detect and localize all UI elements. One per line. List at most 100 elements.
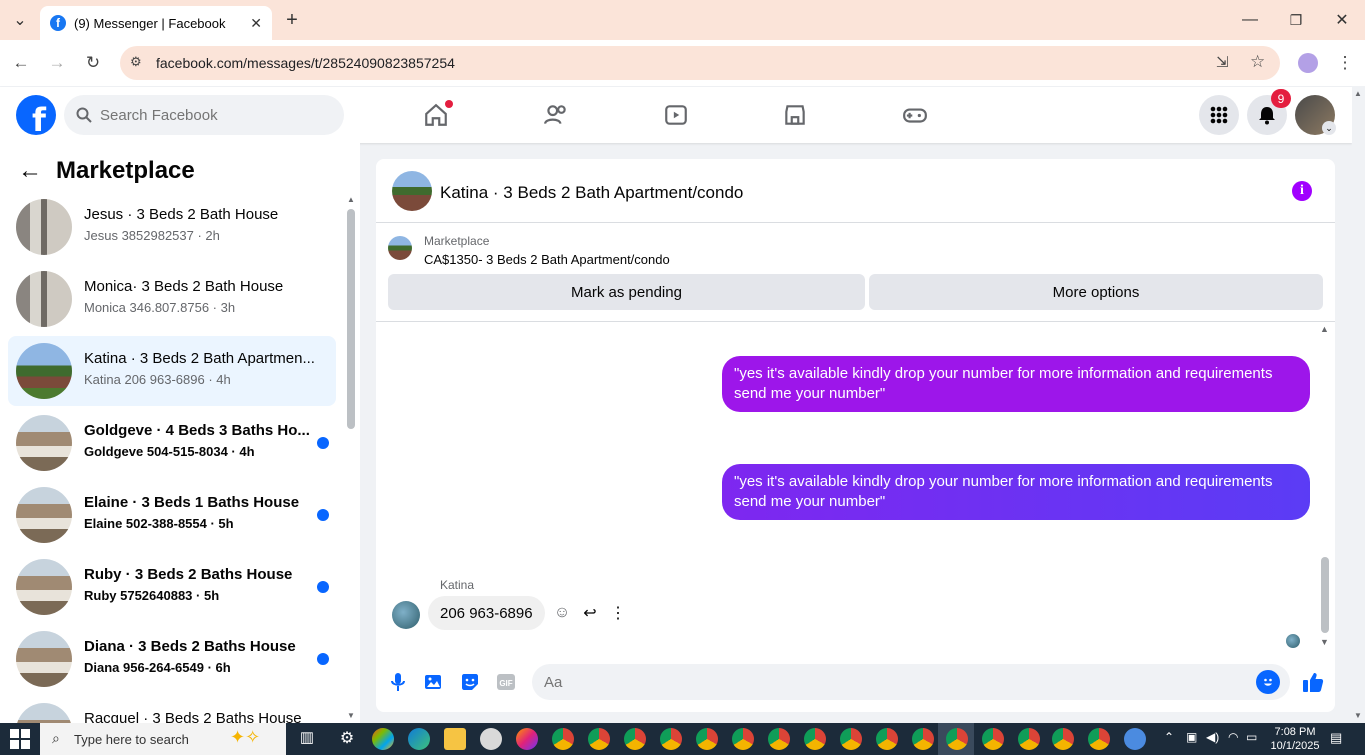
conversation-item[interactable]: Jesus · 3 Beds 2 Bath House Jesus 385298… xyxy=(8,192,336,262)
chrome-icon[interactable] xyxy=(840,728,862,750)
chrome-icon[interactable] xyxy=(982,728,1004,750)
bookmark-star-icon[interactable]: ☆ xyxy=(1250,52,1265,72)
emoji-icon[interactable] xyxy=(1256,670,1280,694)
gaming-icon[interactable] xyxy=(899,99,931,131)
weather-icon[interactable] xyxy=(1124,728,1146,750)
task-view-icon[interactable]: ▥ xyxy=(296,728,318,750)
chrome-icon[interactable] xyxy=(588,728,610,750)
page-scrollbar[interactable]: ▲ ▼ xyxy=(1352,87,1365,723)
back-arrow-icon[interactable]: ← xyxy=(18,157,42,185)
minimize-icon[interactable]: — xyxy=(1238,8,1262,32)
message-input[interactable] xyxy=(544,673,1224,691)
chrome-icon[interactable] xyxy=(876,728,898,750)
message-composer[interactable] xyxy=(532,664,1290,700)
profile-icon[interactable] xyxy=(1298,53,1318,73)
reply-icon[interactable]: ↩ xyxy=(580,603,600,623)
chrome-icon-active[interactable] xyxy=(946,728,968,750)
conversation-list-scrollbar[interactable] xyxy=(347,209,355,429)
like-thumb-icon[interactable] xyxy=(1301,670,1325,694)
facebook-logo-icon[interactable]: f xyxy=(16,95,56,135)
tray-app-icon[interactable]: ▣ xyxy=(1186,730,1197,744)
chrome-icon[interactable] xyxy=(552,728,574,750)
marketplace-icon[interactable] xyxy=(779,99,811,131)
more-actions-icon[interactable]: ⋮ xyxy=(608,603,628,623)
chrome-icon[interactable] xyxy=(660,728,682,750)
mark-as-pending-button[interactable]: Mark as pending xyxy=(388,274,865,310)
chat-avatar[interactable] xyxy=(392,171,432,211)
close-window-icon[interactable]: ✕ xyxy=(1330,8,1354,32)
forward-icon[interactable]: → xyxy=(44,50,70,76)
conversation-item[interactable]: Monica· 3 Beds 2 Bath House Monica 346.8… xyxy=(8,264,336,334)
gif-icon[interactable]: GIF xyxy=(494,670,518,694)
address-bar[interactable]: ⚙ facebook.com/messages/t/28524090823857… xyxy=(120,46,1280,80)
settings-gear-icon[interactable]: ⚙ xyxy=(336,728,358,750)
listing-thumbnail xyxy=(16,343,72,399)
chrome-icon[interactable] xyxy=(732,728,754,750)
app-icon[interactable] xyxy=(480,728,502,750)
page-scroll-up-icon[interactable]: ▲ xyxy=(1354,89,1362,98)
account-chevron-icon[interactable]: ⌄ xyxy=(1322,121,1336,135)
chrome-icon[interactable] xyxy=(1088,728,1110,750)
sent-message-bubble[interactable]: "yes it's available kindly drop your num… xyxy=(722,464,1310,520)
firefox-icon[interactable] xyxy=(516,728,538,750)
sender-avatar[interactable] xyxy=(392,601,420,629)
sent-message-bubble[interactable]: "yes it's available kindly drop your num… xyxy=(722,356,1310,412)
tray-chevron-icon[interactable]: ⌃ xyxy=(1164,730,1174,744)
menu-grid-icon[interactable] xyxy=(1199,95,1239,135)
copilot-icon[interactable] xyxy=(372,728,394,750)
scroll-down-arrow-icon[interactable]: ▼ xyxy=(347,711,355,720)
microphone-icon[interactable] xyxy=(386,670,410,694)
browser-menu-icon[interactable]: ⋮ xyxy=(1332,50,1358,76)
restore-icon[interactable]: ❐ xyxy=(1284,8,1308,32)
watch-icon[interactable] xyxy=(660,99,692,131)
chat-title[interactable]: Katina · 3 Beds 2 Bath Apartment/condo xyxy=(440,183,743,203)
tab-search-icon[interactable]: ⌄ xyxy=(8,8,32,32)
conversation-item-active[interactable]: Katina · 3 Beds 2 Bath Apartmen... Katin… xyxy=(8,336,336,406)
install-app-icon[interactable]: ⇲ xyxy=(1216,53,1229,71)
chrome-icon[interactable] xyxy=(804,728,826,750)
chrome-icon[interactable] xyxy=(912,728,934,750)
site-info-icon[interactable]: ⚙ xyxy=(130,54,142,70)
chrome-icon[interactable] xyxy=(624,728,646,750)
sticker-icon[interactable] xyxy=(458,670,482,694)
chrome-icon[interactable] xyxy=(1052,728,1074,750)
edge-icon[interactable] xyxy=(408,728,430,750)
battery-icon[interactable]: ▭ xyxy=(1246,730,1257,744)
close-tab-icon[interactable]: ✕ xyxy=(250,15,262,32)
page-scroll-down-icon[interactable]: ▼ xyxy=(1354,711,1362,720)
chrome-icon[interactable] xyxy=(696,728,718,750)
chat-scroll-down-icon[interactable]: ▼ xyxy=(1320,637,1329,647)
taskbar-clock[interactable]: 7:08 PM 10/1/2025 xyxy=(1265,725,1325,753)
conversation-item[interactable]: Diana · 3 Beds 2 Baths House Diana 956-2… xyxy=(8,624,336,694)
search-input[interactable] xyxy=(100,106,300,124)
conversation-item[interactable]: Elaine · 3 Beds 1 Baths House Elaine 502… xyxy=(8,480,336,550)
taskbar-search[interactable]: ⌕ Type here to search ✦✧ xyxy=(40,723,286,755)
received-message-bubble[interactable]: 206 963-6896 xyxy=(428,596,545,630)
scroll-up-arrow-icon[interactable]: ▲ xyxy=(347,195,355,204)
file-explorer-icon[interactable] xyxy=(444,728,466,750)
reload-icon[interactable]: ↻ xyxy=(80,50,106,76)
volume-icon[interactable]: ◀) xyxy=(1206,730,1219,744)
listing-thumbnail[interactable] xyxy=(388,236,412,260)
chat-scroll-up-icon[interactable]: ▲ xyxy=(1320,324,1329,334)
friends-icon[interactable] xyxy=(540,99,572,131)
facebook-search[interactable] xyxy=(64,95,344,135)
notification-center-icon[interactable]: ▤ xyxy=(1330,730,1342,746)
chrome-icon[interactable] xyxy=(1018,728,1040,750)
conversation-name: Goldgeve · 4 Beds 3 Baths Ho... xyxy=(84,422,310,439)
chrome-icon[interactable] xyxy=(768,728,790,750)
browser-tab[interactable]: f (9) Messenger | Facebook ✕ xyxy=(40,6,272,40)
listing-title[interactable]: CA$1350- 3 Beds 2 Bath Apartment/condo xyxy=(424,252,670,267)
conversation-item[interactable]: Goldgeve · 4 Beds 3 Baths Ho... Goldgeve… xyxy=(8,408,336,478)
new-tab-icon[interactable]: + xyxy=(280,8,304,32)
react-emoji-icon[interactable]: ☺ xyxy=(552,603,572,623)
more-options-button[interactable]: More options xyxy=(869,274,1323,310)
wifi-icon[interactable]: ◠ xyxy=(1228,730,1238,744)
windows-start-icon[interactable] xyxy=(10,729,30,749)
conversation-item[interactable]: Ruby · 3 Beds 2 Baths House Ruby 5752640… xyxy=(8,552,336,622)
chat-scrollbar[interactable] xyxy=(1321,557,1329,633)
info-icon[interactable]: i xyxy=(1292,181,1312,201)
conversation-item[interactable]: Racquel · 3 Beds 2 Baths House xyxy=(8,696,336,723)
photo-icon[interactable] xyxy=(422,670,446,694)
back-icon[interactable]: ← xyxy=(8,50,34,76)
